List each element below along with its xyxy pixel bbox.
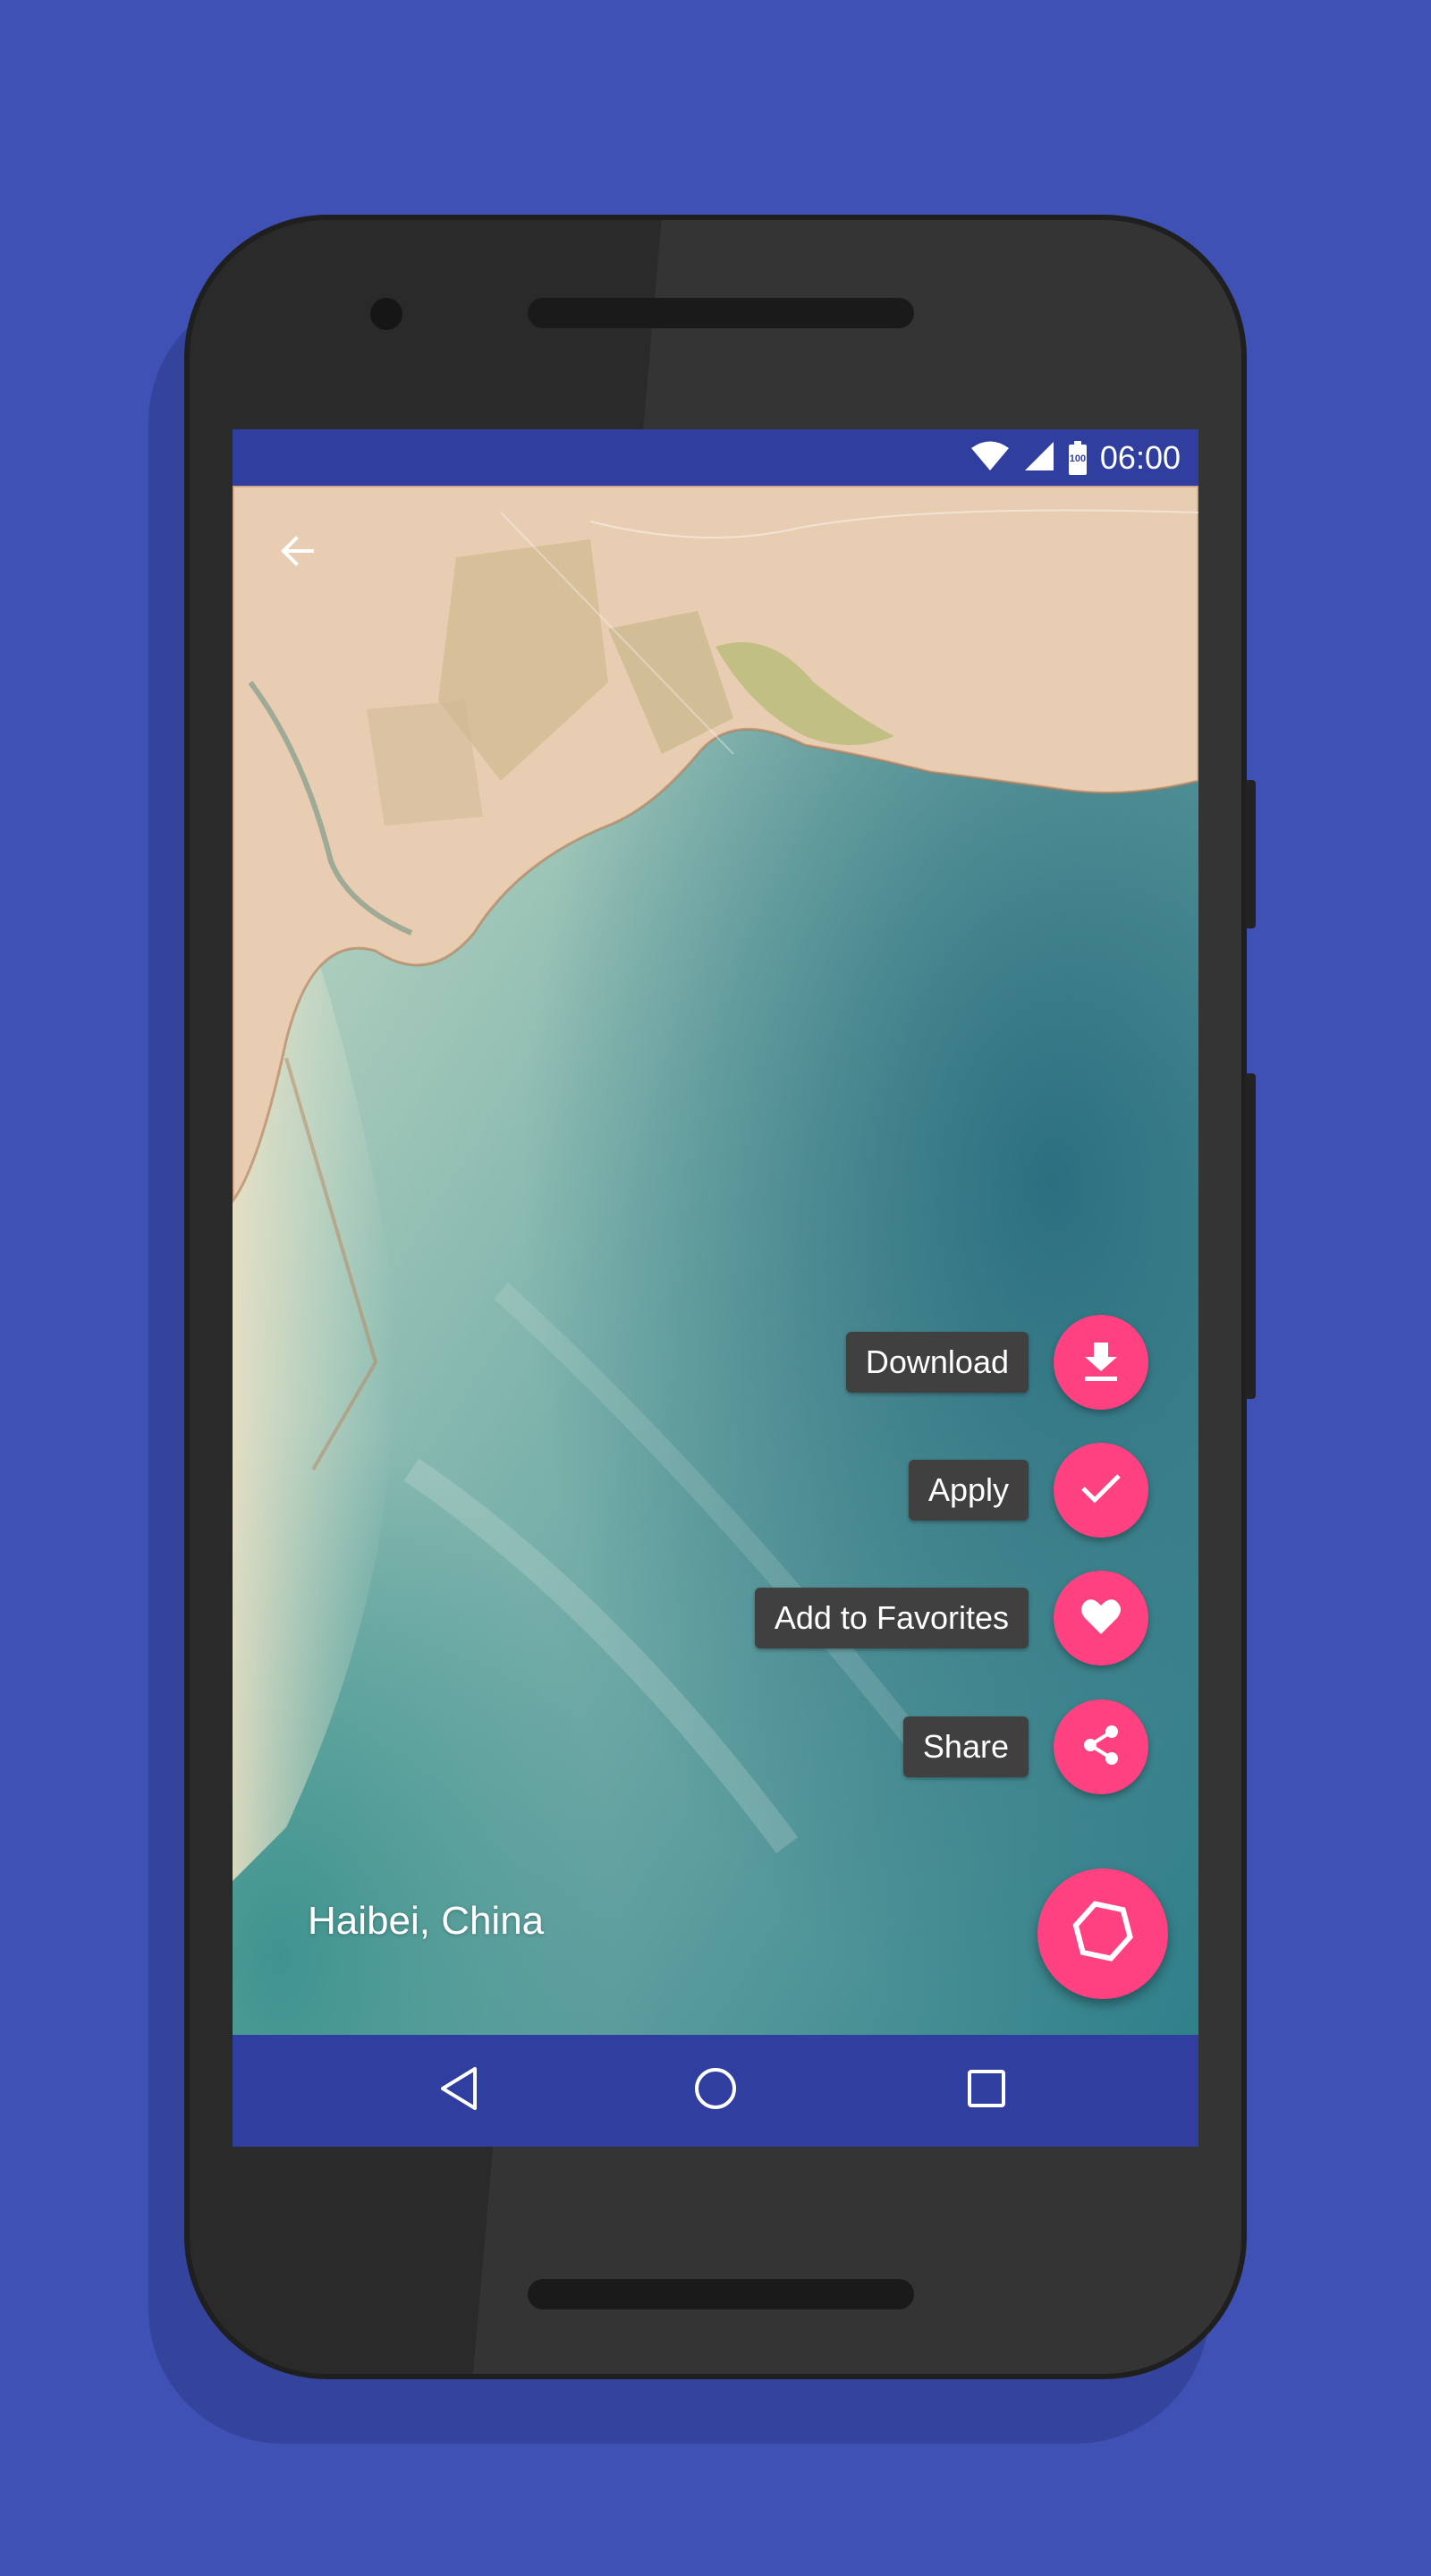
heart-icon xyxy=(1080,1597,1122,1640)
arrow-back-icon xyxy=(276,530,319,572)
location-caption: Haibei, China xyxy=(308,1899,545,1943)
download-icon xyxy=(1081,1339,1121,1386)
share-button[interactable] xyxy=(1054,1699,1148,1794)
apply-label[interactable]: Apply xyxy=(908,1460,1029,1521)
share-label[interactable]: Share xyxy=(902,1716,1029,1777)
battery-icon: 100 xyxy=(1068,441,1088,475)
back-button[interactable] xyxy=(268,521,327,580)
phone-screen: 100 06:00 Haibei, China Download Apply A… xyxy=(233,429,1198,2147)
fab-menu-share[interactable]: Share xyxy=(902,1699,1148,1794)
check-icon xyxy=(1080,1470,1122,1511)
main-fab-button[interactable] xyxy=(1037,1868,1168,1999)
navigation-bar xyxy=(233,2035,1198,2147)
favorites-label[interactable]: Add to Favorites xyxy=(754,1588,1029,1648)
fab-menu-download[interactable]: Download xyxy=(845,1315,1148,1410)
nav-home-button[interactable] xyxy=(675,2055,756,2126)
fab-menu-apply[interactable]: Apply xyxy=(908,1443,1148,1538)
status-time: 06:00 xyxy=(1099,439,1181,476)
volume-button xyxy=(1245,1073,1256,1399)
signal-icon xyxy=(1023,440,1055,477)
recents-square-icon xyxy=(966,2068,1007,2114)
nav-back-button[interactable] xyxy=(419,2055,499,2126)
earpiece-speaker xyxy=(528,298,914,328)
back-triangle-icon xyxy=(437,2065,480,2116)
download-button[interactable] xyxy=(1054,1315,1148,1410)
status-icons: 100 06:00 xyxy=(970,436,1181,479)
nav-recents-button[interactable] xyxy=(946,2055,1027,2126)
bottom-speaker xyxy=(528,2279,914,2309)
fab-menu-favorites[interactable]: Add to Favorites xyxy=(754,1571,1148,1665)
power-button xyxy=(1245,780,1256,928)
home-circle-icon xyxy=(692,2065,739,2116)
battery-level: 100 xyxy=(1069,453,1087,464)
wifi-icon xyxy=(970,440,1011,477)
apply-button[interactable] xyxy=(1054,1443,1148,1538)
wallpaper-image[interactable]: Haibei, China xyxy=(233,486,1198,2035)
favorites-button[interactable] xyxy=(1054,1571,1148,1665)
front-camera xyxy=(370,298,402,330)
share-icon xyxy=(1081,1724,1121,1771)
download-label[interactable]: Download xyxy=(845,1332,1029,1393)
status-bar: 100 06:00 xyxy=(233,429,1198,486)
hexagon-icon xyxy=(1071,1900,1134,1968)
